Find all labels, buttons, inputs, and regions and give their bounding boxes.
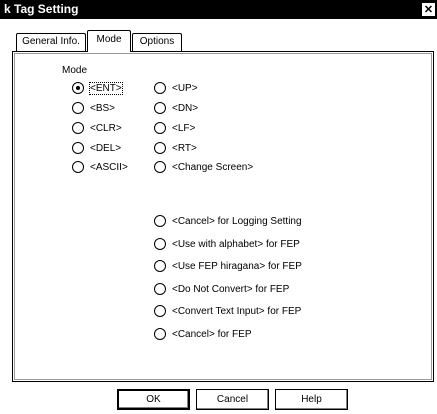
tab-options[interactable]: Options [132, 33, 182, 51]
radio-label: <ENT> [89, 81, 123, 95]
mode-section-label: Mode [62, 65, 88, 76]
radio-ascii[interactable]: <ASCII> [72, 160, 128, 174]
radio-icon [72, 161, 84, 173]
tag-setting-dialog: k Tag Setting ✕ General Info. Mode Optio… [0, 0, 437, 414]
radio-icon [154, 305, 166, 317]
radio-up[interactable]: <UP> [154, 81, 198, 95]
close-icon[interactable]: ✕ [421, 2, 436, 17]
title-bar[interactable]: k Tag Setting ✕ [0, 0, 437, 19]
radio-dn[interactable]: <DN> [154, 101, 198, 115]
radio-label: <Convert Text Input> for FEP [172, 305, 302, 317]
cancel-button[interactable]: Cancel [196, 389, 269, 410]
radio-label: <Do Not Convert> for FEP [172, 283, 290, 295]
radio-use-alphabet-fep[interactable]: <Use with alphabet> for FEP [154, 237, 300, 251]
radio-bs[interactable]: <BS> [72, 101, 115, 115]
radio-icon [154, 260, 166, 272]
radio-use-hiragana-fep[interactable]: <Use FEP hiragana> for FEP [154, 259, 302, 273]
radio-cancel-fep[interactable]: <Cancel> for FEP [154, 327, 251, 341]
radio-do-not-convert-fep[interactable]: <Do Not Convert> for FEP [154, 282, 289, 296]
tab-mode[interactable]: Mode [87, 30, 131, 52]
radio-label: <Use FEP hiragana> for FEP [172, 260, 302, 272]
radio-change-screen[interactable]: <Change Screen> [154, 160, 253, 174]
radio-label: <ASCII> [90, 161, 128, 173]
radio-label: <UP> [172, 82, 198, 94]
radio-clr[interactable]: <CLR> [72, 121, 122, 135]
radio-icon [154, 161, 166, 173]
help-button[interactable]: Help [275, 389, 348, 410]
tab-general-info[interactable]: General Info. [16, 33, 86, 51]
radio-checked-icon [72, 82, 84, 94]
radio-icon [72, 142, 84, 154]
radio-cancel-logging[interactable]: <Cancel> for Logging Setting [154, 214, 302, 228]
radio-icon [154, 283, 166, 295]
radio-icon [154, 82, 166, 94]
tab-label: General Info. [22, 36, 80, 47]
radio-icon [72, 102, 84, 114]
radio-icon [72, 122, 84, 134]
radio-icon [154, 142, 166, 154]
radio-label: <BS> [90, 102, 116, 114]
tab-label: Mode [96, 34, 122, 45]
radio-icon [154, 215, 166, 227]
radio-ent[interactable]: <ENT> [72, 81, 123, 95]
radio-del[interactable]: <DEL> [72, 141, 121, 155]
window-title: k Tag Setting [4, 2, 79, 16]
radio-icon [154, 328, 166, 340]
tab-label: Options [139, 36, 175, 47]
radio-icon [154, 238, 166, 250]
radio-icon [154, 102, 166, 114]
radio-label: <DN> [172, 102, 199, 114]
radio-label: <RT> [172, 142, 197, 154]
ok-button[interactable]: OK [117, 389, 190, 410]
radio-icon [154, 122, 166, 134]
radio-label: <Change Screen> [172, 161, 254, 173]
radio-label: <LF> [172, 122, 196, 134]
radio-label: <Cancel> for Logging Setting [172, 215, 302, 227]
radio-label: <Use with alphabet> for FEP [172, 238, 300, 250]
radio-rt[interactable]: <RT> [154, 141, 197, 155]
radio-label: <Cancel> for FEP [172, 328, 252, 340]
radio-label: <DEL> [90, 142, 122, 154]
radio-label: <CLR> [90, 122, 122, 134]
radio-lf[interactable]: <LF> [154, 121, 195, 135]
radio-convert-text-fep[interactable]: <Convert Text Input> for FEP [154, 304, 301, 318]
